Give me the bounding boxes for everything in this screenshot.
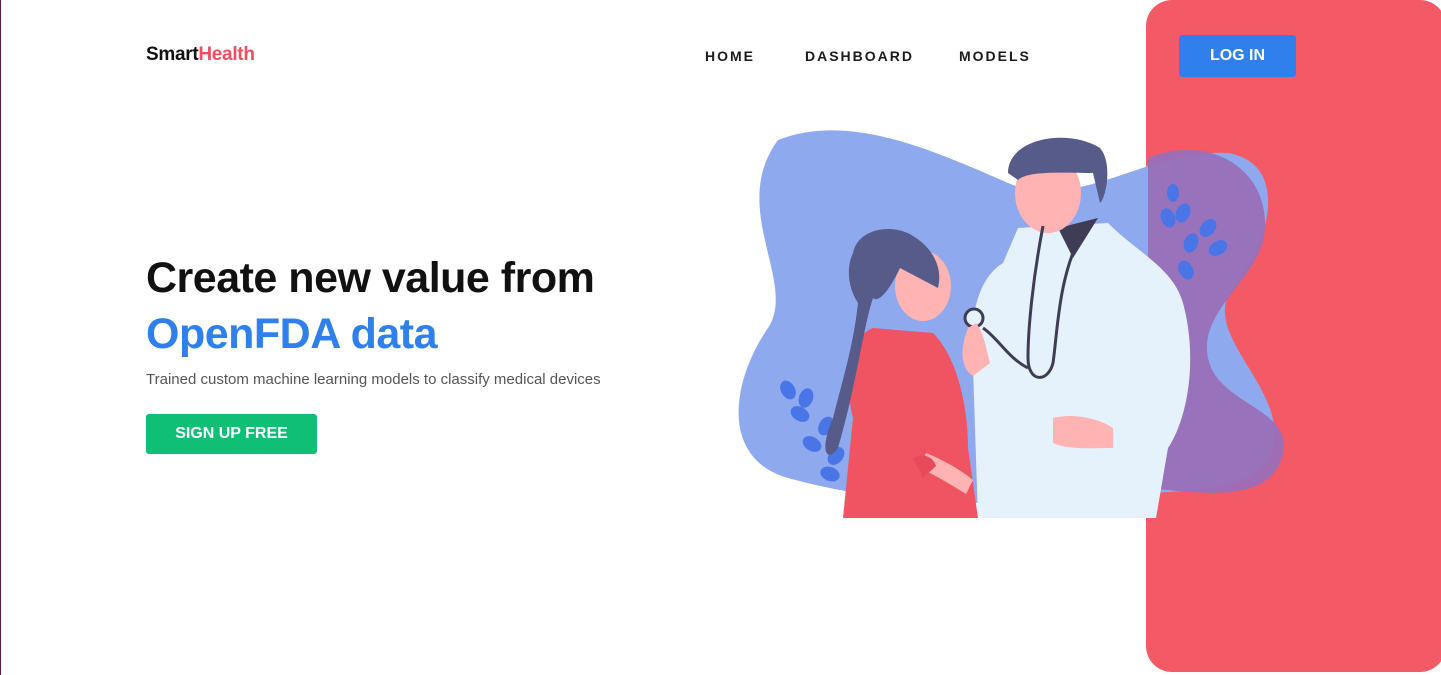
doctor-with-patient-illustration (738, 130, 1284, 518)
hero-subtitle: Trained custom machine learning models t… (146, 371, 601, 388)
hero-title: Create new value from OpenFDA data (146, 250, 595, 362)
nav-dashboard[interactable]: DASHBOARD (805, 48, 914, 64)
nav-models[interactable]: MODELS (959, 48, 1031, 64)
logo[interactable]: SmartHealth (146, 44, 255, 66)
nav-home[interactable]: HOME (705, 48, 755, 64)
hero-title-line2: OpenFDA data (146, 310, 438, 358)
logo-text-smart: Smart (146, 44, 199, 65)
logo-text-health: Health (198, 44, 255, 65)
signup-button[interactable]: SIGN UP FREE (146, 414, 317, 454)
login-button[interactable]: LOG IN (1179, 35, 1296, 77)
window-edge (0, 0, 1, 675)
hero-title-line1: Create new value from (146, 254, 595, 302)
